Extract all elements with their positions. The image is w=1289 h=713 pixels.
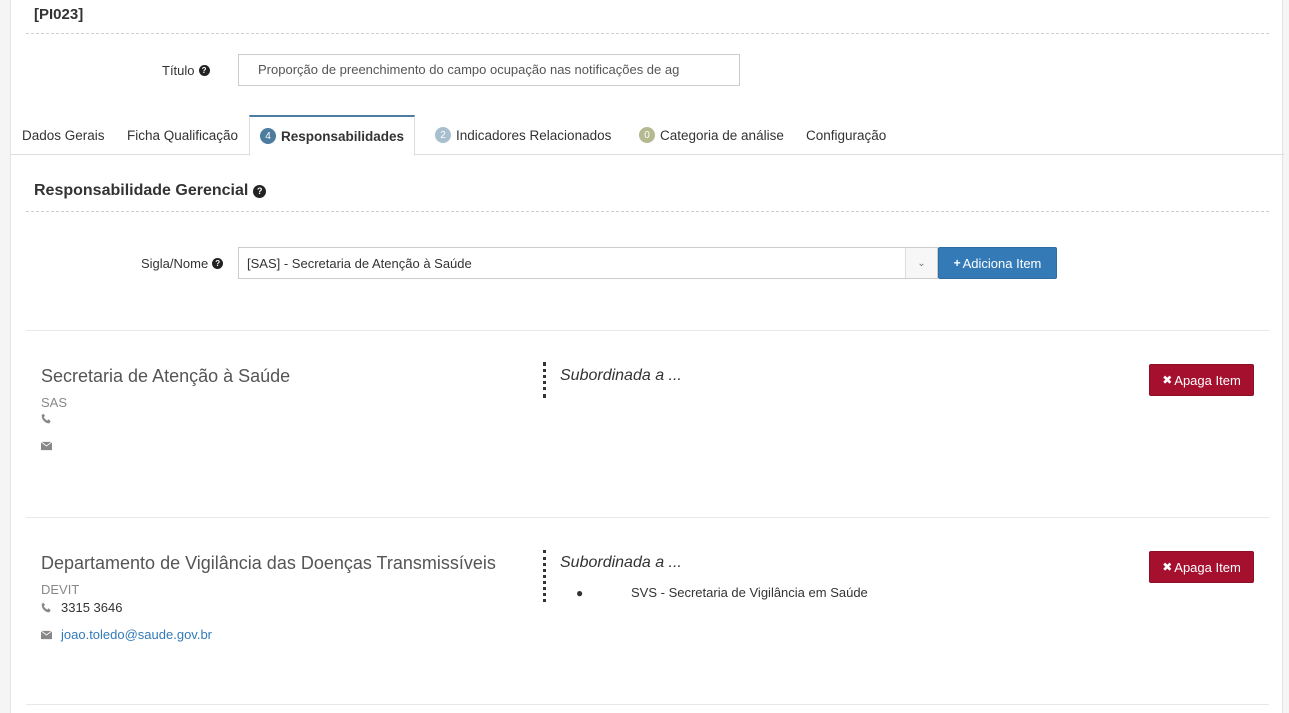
tab-categoria-de-analise[interactable]: 0 Categoria de análise (639, 115, 784, 155)
question-circle-icon[interactable]: ? (253, 184, 267, 198)
divider (26, 33, 1269, 34)
main-panel: [PI023] Título ? Proporção de preenchime… (10, 0, 1284, 713)
entity-phone: 3315 3646 (41, 600, 122, 615)
sigla-label: Sigla/Nome ? (141, 256, 224, 271)
vertical-dotted-divider (543, 550, 546, 602)
tab-configuracao[interactable]: Configuração (806, 115, 886, 155)
bullet: ● (576, 585, 584, 600)
delete-item-label: Apaga Item (1174, 559, 1241, 575)
titulo-input[interactable]: Proporção de preenchimento do campo ocup… (238, 54, 740, 86)
entity-email (41, 441, 61, 451)
phone-icon (41, 602, 52, 613)
sigla-select[interactable]: [SAS] - Secretaria de Atenção à Saúde ⌄ (238, 247, 938, 279)
tab-label: Configuração (806, 127, 887, 143)
entity-name: Departamento de Vigilância das Doenças T… (41, 553, 496, 573)
envelope-icon (41, 441, 52, 451)
delete-item-button[interactable]: ✖ Apaga Item (1149, 364, 1254, 396)
subordinada-label: Subordinada a ... (560, 367, 682, 384)
tab-badge: 4 (260, 128, 276, 144)
entity-email: joao.toledo@saude.gov.br (41, 627, 212, 642)
question-circle-icon[interactable]: ? (212, 258, 224, 269)
tab-dados-gerais[interactable]: Dados Gerais (22, 115, 105, 155)
entity-phone (41, 413, 61, 424)
section-heading-text: Responsabilidade Gerencial (34, 182, 249, 199)
tab-bar: Dados Gerais Ficha Qualificação 4 Respon… (11, 115, 1284, 156)
envelope-icon (41, 630, 52, 640)
divider (26, 704, 1269, 705)
add-item-label: Adiciona Item (962, 255, 1042, 271)
list-item: ● SVS - Secretaria de Vigilância em Saúd… (576, 585, 868, 600)
section-heading: Responsabilidade Gerencial ? (34, 182, 267, 200)
delete-item-label: Apaga Item (1174, 372, 1241, 388)
times-icon: ✖ (1162, 373, 1173, 387)
tab-label: Categoria de análise (660, 127, 784, 143)
tab-responsabilidades[interactable]: 4 Responsabilidades (249, 115, 416, 156)
tab-label: Dados Gerais (22, 127, 105, 143)
phone-icon (41, 413, 52, 424)
divider (26, 517, 1269, 518)
question-circle-icon[interactable]: ? (198, 65, 210, 76)
times-icon: ✖ (1162, 560, 1173, 574)
tab-label: Indicadores Relacionados (456, 127, 612, 143)
entity-email-link[interactable]: joao.toledo@saude.gov.br (61, 627, 212, 642)
tab-indicadores-relacionados[interactable]: 2 Indicadores Relacionados (435, 115, 611, 155)
divider (26, 330, 1269, 331)
indicator-code: [PI023] (34, 6, 84, 23)
titulo-label-text: Título (162, 63, 195, 78)
titulo-label: Título ? (162, 63, 210, 78)
entity-acronym: SAS (41, 395, 68, 410)
tab-label: Ficha Qualificação (127, 127, 239, 143)
plus-icon: + (953, 256, 961, 270)
divider (26, 211, 1269, 212)
delete-item-button[interactable]: ✖ Apaga Item (1149, 551, 1254, 583)
sigla-select-value: [SAS] - Secretaria de Atenção à Saúde (247, 255, 472, 271)
tab-badge: 2 (435, 127, 451, 143)
subordinate-list: ● SVS - Secretaria de Vigilância em Saúd… (576, 585, 868, 600)
tab-ficha-qualificacao[interactable]: Ficha Qualificação (127, 115, 238, 155)
subordinate-name: SVS - Secretaria de Vigilância em Saúde (631, 585, 868, 600)
entity-name: Secretaria de Atenção à Saúde (41, 366, 291, 386)
add-item-button[interactable]: + Adiciona Item (938, 247, 1057, 279)
subordinada-label: Subordinada a ... (560, 554, 682, 571)
tab-label: Responsabilidades (281, 128, 405, 144)
entity-acronym: DEVIT (41, 582, 80, 597)
chevron-down-icon[interactable]: ⌄ (905, 248, 937, 278)
tab-badge: 0 (639, 127, 655, 143)
vertical-dotted-divider (543, 362, 546, 398)
entity-phone-text: 3315 3646 (61, 600, 123, 615)
sigla-label-text: Sigla/Nome (141, 256, 209, 271)
